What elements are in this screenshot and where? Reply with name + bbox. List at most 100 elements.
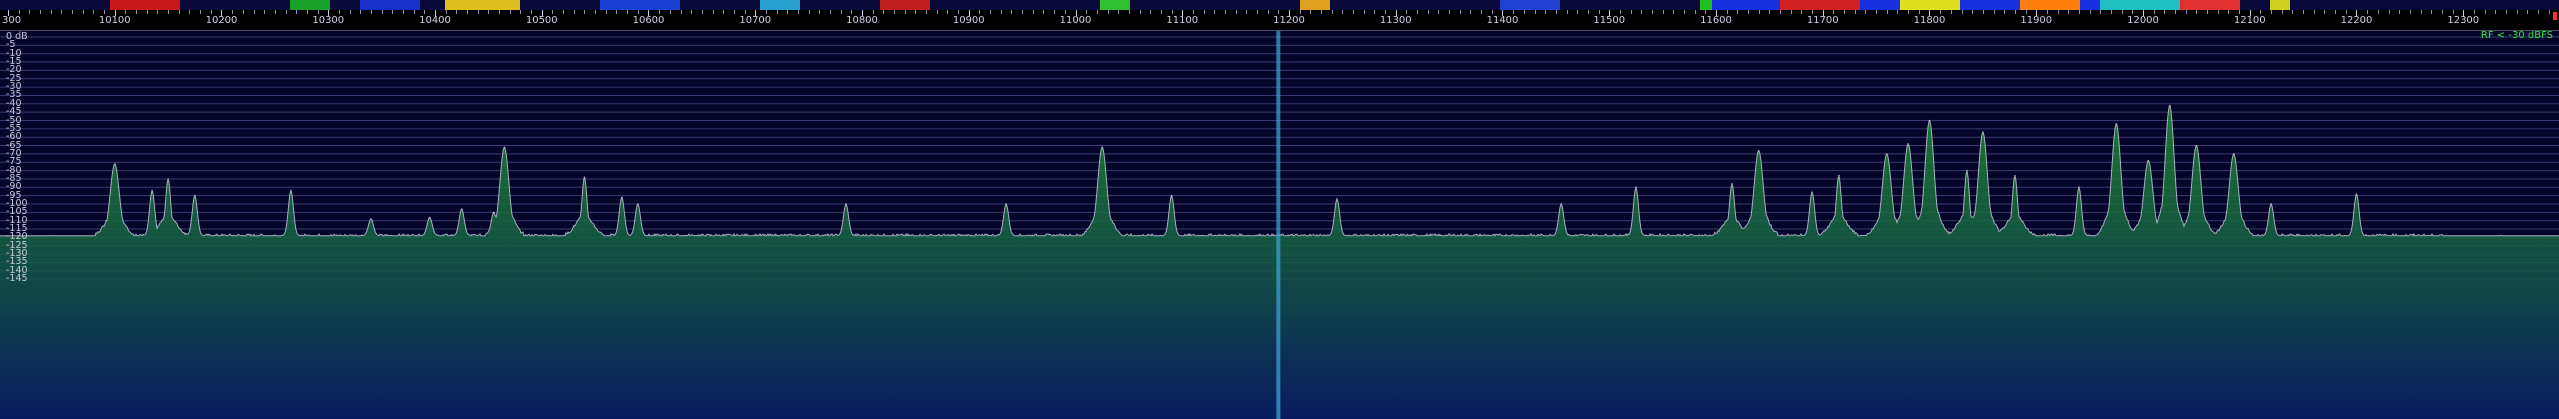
ruler-tick [1460, 10, 1461, 14]
ruler-tick [211, 10, 212, 14]
ruler-frequency-label: 10400 [419, 15, 451, 26]
ruler-tick [2292, 10, 2293, 14]
ruler-tick [29, 10, 30, 14]
band-segment [760, 0, 800, 10]
ruler-tick [1065, 10, 1066, 14]
ruler-tick [1855, 10, 1856, 14]
ruler-tick [2378, 10, 2379, 14]
ruler-tick [606, 10, 607, 14]
ruler-tick [51, 10, 52, 14]
frequency-ruler[interactable]: 300 10100 10200 10300 10400 10500 10600 10700 1… [0, 10, 2559, 31]
ruler-tick [2367, 10, 2368, 14]
ruler-tick [2549, 10, 2550, 14]
ruler-frequency-label: 10200 [205, 15, 238, 26]
ruler-frequency-label: 10700 [739, 15, 772, 26]
ruler-tick [1513, 10, 1514, 14]
ruler-tick [574, 10, 575, 14]
signal-peak [621, 196, 623, 198]
ruler-tick [1524, 10, 1525, 14]
ruler-tick [2090, 10, 2091, 14]
ruler-tick [168, 10, 169, 14]
ruler-tick [1129, 10, 1130, 14]
ruler-tick [659, 10, 660, 14]
ruler-tick [1118, 10, 1119, 14]
ruler-tick [1353, 10, 1354, 14]
ruler-tick [414, 10, 415, 14]
ruler-frequency-label: 12000 [2127, 15, 2159, 26]
band-segment [110, 0, 180, 10]
ruler-tick [1300, 10, 1301, 14]
ruler-tick [339, 10, 340, 14]
signal-peak [370, 218, 372, 220]
ruler-tick [19, 10, 20, 14]
ruler-tick [1556, 10, 1557, 14]
ruler-tick [1919, 10, 1920, 14]
band-segment [1500, 0, 1560, 10]
ruler-tick [979, 10, 980, 14]
band-segment [880, 0, 930, 10]
ruler-tick [275, 10, 276, 14]
ruler-tick [40, 10, 41, 14]
ruler-tick [958, 10, 959, 14]
signal-peak [637, 203, 639, 205]
ruler-tick [2442, 10, 2443, 14]
ruler-tick [1663, 10, 1664, 14]
signal-peak [2147, 159, 2149, 162]
ruler-tick [2431, 10, 2432, 14]
ruler-tick [2410, 10, 2411, 14]
band-segment [360, 0, 420, 10]
ruler-tick [1342, 10, 1343, 14]
ruler-tick [595, 10, 596, 14]
tuned-frequency-marker[interactable] [1276, 31, 1281, 419]
ruler-tick [2538, 10, 2539, 14]
ruler-tick [2389, 10, 2390, 14]
ruler-tick [1833, 10, 1834, 14]
signal-peak [1811, 191, 1813, 193]
ruler-tick [2485, 10, 2486, 14]
band-segment [1300, 0, 1330, 10]
ruler-frequency-label: 11900 [2020, 15, 2053, 26]
ruler-tick [2303, 10, 2304, 14]
ruler-tick [2527, 10, 2528, 14]
ruler-tick [2154, 10, 2155, 14]
ruler-tick [1097, 10, 1098, 14]
ruler-tick [1951, 10, 1952, 14]
ruler-tick [104, 10, 105, 14]
ruler-frequency-label: 11200 [1273, 15, 1305, 26]
ruler-tick [392, 10, 393, 14]
spectrum-display[interactable] [0, 31, 2559, 419]
ruler-tick [1011, 10, 1012, 14]
spectrum-analyzer-window: 300 10100 10200 10300 10400 10500 10600 10700 1… [0, 0, 2559, 419]
ruler-frequency-label: 11000 [1059, 15, 1092, 26]
ruler-tick [1652, 10, 1653, 14]
ruler-tick [1684, 10, 1685, 14]
ruler-tick [446, 10, 447, 14]
signal-peak [1886, 153, 1888, 155]
ruler-tick [1994, 10, 1995, 14]
ruler-tick [520, 10, 521, 14]
signal-peak [2169, 104, 2171, 107]
signal-peak [167, 178, 169, 180]
ruler-tick [2026, 10, 2027, 14]
ruler-frequency-label: 10600 [632, 15, 665, 26]
ruler-tick [2100, 10, 2101, 14]
ruler-tick [1364, 10, 1365, 14]
ruler-frequency-label: 12100 [2233, 15, 2266, 26]
ruler-tick [360, 10, 361, 14]
band-plan-bar[interactable] [0, 0, 2559, 10]
ruler-frequency-label: 11100 [1166, 15, 1199, 26]
ruler-tick [286, 10, 287, 14]
ruler-tick [563, 10, 564, 14]
ruler-tick [1428, 10, 1429, 14]
ruler-frequency-label: 11800 [1913, 15, 1946, 26]
ruler-tick [1940, 10, 1941, 14]
band-segment [2180, 0, 2240, 10]
ruler-tick [1780, 10, 1781, 14]
ruler-tick [2068, 10, 2069, 14]
signal-peak [2195, 144, 2197, 147]
band-segment [600, 0, 680, 10]
ruler-frequency-label: 10500 [525, 15, 558, 26]
signal-peak [461, 208, 463, 210]
ruler-tick [2218, 10, 2219, 14]
ruler-tick [1278, 10, 1279, 14]
